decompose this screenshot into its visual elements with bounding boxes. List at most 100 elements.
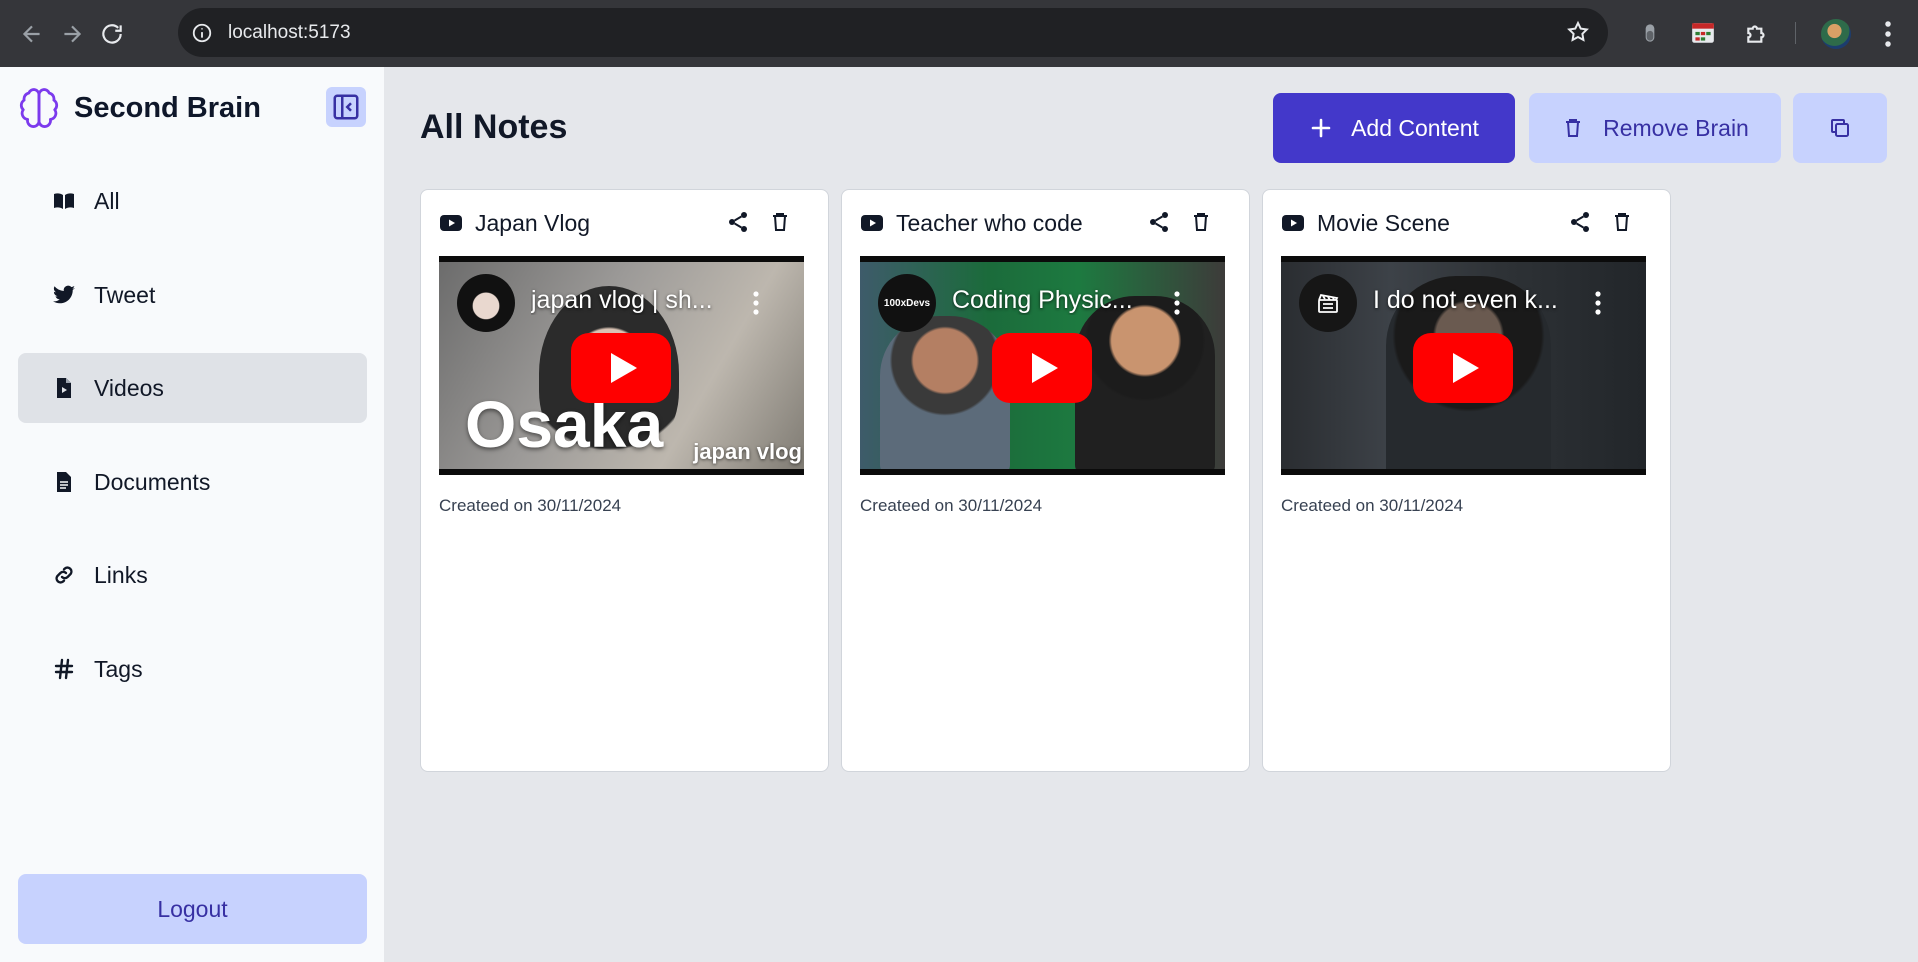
card-header: Japan Vlog <box>439 206 810 240</box>
extension-icon[interactable] <box>1637 20 1663 46</box>
sidebar-item-videos[interactable]: Videos <box>18 353 367 423</box>
channel-avatar-text: 100xDevs <box>883 297 931 309</box>
brand-name: Second Brain <box>74 91 261 124</box>
reload-button[interactable] <box>92 14 132 54</box>
file-text-icon <box>52 470 76 494</box>
clapperboard-icon <box>1318 293 1339 313</box>
trash-icon[interactable] <box>1189 210 1213 234</box>
copy-link-button[interactable] <box>1793 93 1887 163</box>
video-frame-edge <box>1281 256 1646 262</box>
trash-icon <box>1566 119 1581 137</box>
card-title: Japan Vlog <box>475 209 591 236</box>
more-vertical-icon[interactable] <box>752 290 760 316</box>
card-header: Movie Scene <box>1281 206 1652 240</box>
url-text: localhost:5173 <box>228 21 351 43</box>
star-icon[interactable] <box>1566 20 1590 44</box>
channel-avatar[interactable] <box>457 274 515 332</box>
card-actions <box>708 210 792 234</box>
play-button-icon[interactable] <box>992 333 1092 403</box>
sidebar-item-tags[interactable]: Tags <box>18 634 367 704</box>
panel-left-close-icon <box>333 94 359 120</box>
video-embed[interactable]: 100xDevs Coding Physic... <box>860 256 1225 475</box>
video-thumbnail-image <box>1075 296 1215 475</box>
video-thumbnail-image <box>880 316 1010 475</box>
arrow-left-icon <box>22 25 40 42</box>
more-vertical-icon[interactable] <box>1173 290 1181 316</box>
share-icon[interactable] <box>1568 210 1592 234</box>
address-bar[interactable]: localhost:5173 <box>178 8 1608 57</box>
toolbar-divider <box>1795 22 1796 44</box>
twitter-icon <box>52 283 76 307</box>
plus-icon <box>1311 118 1331 138</box>
card-title: Teacher who code <box>896 209 1083 236</box>
card-date: Createed on 30/11/2024 <box>1281 496 1464 515</box>
share-icon[interactable] <box>1147 210 1171 234</box>
file-video-icon <box>52 376 76 400</box>
video-frame-edge <box>860 469 1225 475</box>
logout-button[interactable]: Logout <box>18 874 367 944</box>
sidebar-item-label: Tweet <box>94 281 156 308</box>
content-card: Japan Vlog japan vlog | sh... Osaka japa… <box>420 189 829 772</box>
forward-button[interactable] <box>52 14 92 54</box>
video-frame-edge <box>860 256 1225 262</box>
video-embed[interactable]: japan vlog | sh... Osaka japan vlog <box>439 256 804 475</box>
sidebar-item-label: Tags <box>94 655 143 682</box>
sidebar-item-tweet[interactable]: Tweet <box>18 260 367 330</box>
remove-brain-label: Remove Brain <box>1603 114 1749 141</box>
youtube-icon <box>1282 215 1304 231</box>
brand[interactable]: Second Brain <box>18 87 261 129</box>
sidebar-item-documents[interactable]: Documents <box>18 447 367 517</box>
logout-label: Logout <box>157 895 228 922</box>
trash-icon[interactable] <box>768 210 792 234</box>
content-card: Movie Scene I do not even k... Createed … <box>1262 189 1671 772</box>
video-title[interactable]: japan vlog | sh... <box>531 286 761 315</box>
add-content-label: Add Content <box>1351 114 1479 141</box>
video-embed[interactable]: I do not even k... <box>1281 256 1646 475</box>
profile-avatar[interactable] <box>1821 19 1851 49</box>
sidebar-item-label: Videos <box>94 374 164 401</box>
video-title[interactable]: I do not even k... <box>1373 286 1603 315</box>
copy-icon <box>1831 119 1849 137</box>
collapse-sidebar-button[interactable] <box>326 87 366 127</box>
play-button-icon[interactable] <box>1413 333 1513 403</box>
card-title: Movie Scene <box>1317 209 1450 236</box>
more-vertical-icon[interactable] <box>1594 290 1602 316</box>
youtube-icon <box>440 215 462 231</box>
link-icon <box>52 563 76 587</box>
video-title[interactable]: Coding Physic... <box>952 286 1182 315</box>
brain-icon <box>19 88 59 128</box>
sidebar-item-all[interactable]: All <box>18 166 367 236</box>
video-frame-edge <box>439 256 804 262</box>
more-vertical-icon[interactable] <box>1878 19 1898 49</box>
page-title: All Notes <box>420 108 568 146</box>
video-frame-edge <box>439 469 804 475</box>
card-date: Createed on 30/11/2024 <box>439 496 622 515</box>
thumbnail-overlay-caption: japan vlog <box>693 439 802 464</box>
video-frame-edge <box>1281 469 1646 475</box>
sidebar-item-links[interactable]: Links <box>18 540 367 610</box>
add-content-button[interactable]: Add Content <box>1273 93 1515 163</box>
puzzle-icon[interactable] <box>1744 20 1770 46</box>
back-button[interactable] <box>12 14 52 54</box>
sidebar-item-label: All <box>94 187 120 214</box>
reload-icon <box>102 23 122 44</box>
channel-avatar[interactable] <box>1299 274 1357 332</box>
trash-icon[interactable] <box>1610 210 1634 234</box>
book-open-icon <box>52 189 76 213</box>
channel-avatar[interactable]: 100xDevs <box>878 274 936 332</box>
card-actions <box>1129 210 1213 234</box>
sidebar-item-label: Documents <box>94 468 211 495</box>
content-card: Teacher who code 100xDevs Coding Physic.… <box>841 189 1250 772</box>
card-actions <box>1550 210 1634 234</box>
card-date: Createed on 30/11/2024 <box>860 496 1043 515</box>
remove-brain-button[interactable]: Remove Brain <box>1529 93 1781 163</box>
info-icon[interactable] <box>191 22 213 44</box>
share-icon[interactable] <box>726 210 750 234</box>
arrow-right-icon <box>64 25 82 42</box>
hash-icon <box>52 657 76 681</box>
card-header: Teacher who code <box>860 206 1231 240</box>
play-button-icon[interactable] <box>571 333 671 403</box>
sidebar-item-label: Links <box>94 561 148 588</box>
browser-toolbar: localhost:5173 <box>0 0 1918 67</box>
calendar-extension-icon[interactable] <box>1690 20 1716 46</box>
